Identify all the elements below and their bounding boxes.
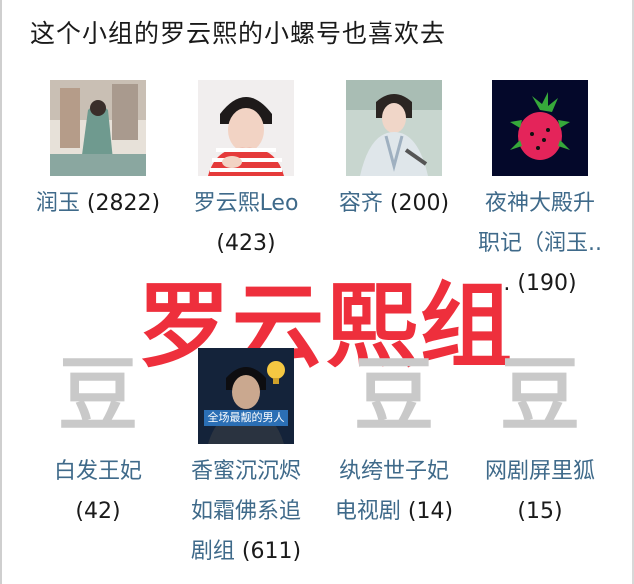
section-title: 这个小组的罗云熙的小螺号也喜欢去 xyxy=(30,19,447,48)
left-border xyxy=(0,0,2,584)
douban-placeholder-icon: 豆 xyxy=(500,349,580,442)
member-count: (14) xyxy=(407,499,454,524)
group-card-runyu[interactable]: 润玉 (2822) xyxy=(24,80,172,224)
placeholder-thumbnail[interactable]: 豆 xyxy=(346,348,442,444)
group-card-rongqi[interactable]: 容齐 (200) xyxy=(320,80,468,224)
group-card-baifawangfei[interactable]: 豆 白发王妃 (42) xyxy=(24,348,172,532)
member-count: (611) xyxy=(241,539,302,564)
group-name-link[interactable]: 白发王妃 xyxy=(54,459,142,484)
group-name-link[interactable]: 润玉 xyxy=(36,191,80,216)
group-name-link[interactable]: 网剧屏里狐 xyxy=(485,459,595,484)
placeholder-thumbnail[interactable]: 豆 xyxy=(492,348,588,444)
group-name-link-line3[interactable]: 剧组 xyxy=(191,539,235,564)
group-name-link[interactable]: 容齐 xyxy=(339,191,383,216)
placeholder-thumbnail[interactable]: 豆 xyxy=(50,348,146,444)
group-thumbnail[interactable]: 全场最靓的男人 xyxy=(198,348,294,444)
group-card-wangjupinglihu[interactable]: 豆 网剧屏里狐 (15) xyxy=(466,348,614,532)
douban-placeholder-icon: 豆 xyxy=(58,349,138,442)
member-count: . (190) xyxy=(503,271,577,296)
group-card-luoyunxi-leo[interactable]: 罗云熙Leo (423) xyxy=(172,80,320,264)
douban-placeholder-icon: 豆 xyxy=(354,349,434,442)
group-card-xiangmi[interactable]: 全场最靓的男人 香蜜沉沉烬 如霜佛系追 剧组 (611) xyxy=(172,348,320,572)
group-name-link-line2[interactable]: 如霜佛系追 xyxy=(191,499,301,524)
group-thumbnail[interactable] xyxy=(198,80,294,176)
group-name-link-line2[interactable]: 电视剧 xyxy=(335,499,401,524)
member-count: (42) xyxy=(75,499,121,524)
group-name-link-line1[interactable]: 香蜜沉沉烬 xyxy=(191,459,301,484)
group-name-link-line1[interactable]: 夜神大殿升 xyxy=(485,191,595,216)
group-card-wankushizifei[interactable]: 豆 纨绔世子妃 电视剧 (14) xyxy=(320,348,468,532)
group-thumbnail[interactable] xyxy=(50,80,146,176)
group-thumbnail[interactable] xyxy=(346,80,442,176)
member-count: (15) xyxy=(517,499,563,524)
group-name-link[interactable]: 罗云熙Leo xyxy=(194,191,299,216)
image-caption: 全场最靓的男人 xyxy=(204,410,288,426)
group-name-link-line1[interactable]: 纨绔世子妃 xyxy=(339,459,449,484)
group-thumbnail[interactable] xyxy=(492,80,588,176)
member-count: (2822) xyxy=(86,191,161,216)
member-count: (200) xyxy=(389,191,450,216)
